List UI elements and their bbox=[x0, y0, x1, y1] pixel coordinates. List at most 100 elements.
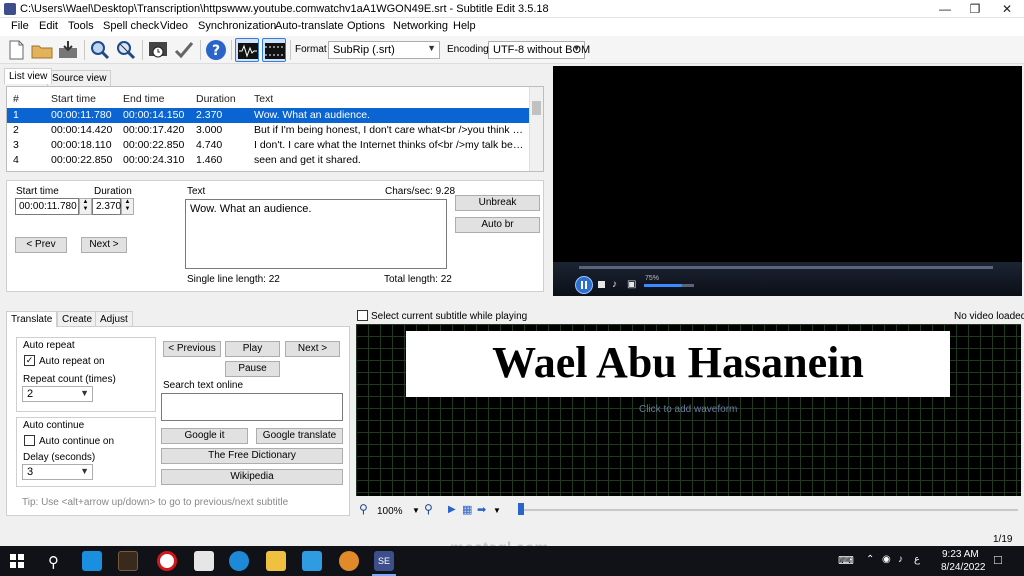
menu-video[interactable]: Video bbox=[160, 20, 188, 32]
table-row[interactable]: 3 00:00:18.110 00:00:22.850 4.740 I don'… bbox=[7, 138, 529, 153]
stop-icon[interactable] bbox=[598, 281, 605, 288]
maximize-button[interactable]: ❐ bbox=[960, 0, 990, 18]
menu-synchronization[interactable]: Synchronization bbox=[198, 20, 276, 32]
menu-networking[interactable]: Networking bbox=[393, 20, 448, 32]
app-icon[interactable] bbox=[302, 551, 322, 571]
pause-button[interactable]: Pause bbox=[225, 361, 280, 377]
clock-time[interactable]: 9:23 AM bbox=[942, 549, 979, 560]
position-slider[interactable] bbox=[518, 509, 1018, 511]
minimize-button[interactable]: — bbox=[930, 0, 960, 18]
tab-source-view[interactable]: Source view bbox=[47, 70, 112, 86]
column-text[interactable]: Text bbox=[254, 93, 273, 105]
menu-spell-check[interactable]: Spell check bbox=[103, 20, 159, 32]
duration-input[interactable]: 2.370 ▲ ▼ bbox=[92, 198, 134, 215]
google-translate-button[interactable]: Google translate bbox=[256, 428, 343, 444]
scrollbar-thumb[interactable] bbox=[532, 101, 541, 115]
repeat-count-select[interactable]: 2 ▼ bbox=[22, 386, 93, 402]
auto-repeat-checkbox[interactable]: ✓ bbox=[24, 355, 35, 366]
opera-browser-icon[interactable] bbox=[157, 551, 177, 571]
chevron-down-icon[interactable]: ▼ bbox=[493, 506, 501, 515]
menu-edit[interactable]: Edit bbox=[39, 20, 58, 32]
wikipedia-button[interactable]: Wikipedia bbox=[161, 469, 343, 485]
spell-check-icon[interactable] bbox=[172, 38, 196, 62]
list-scrollbar[interactable] bbox=[529, 87, 543, 171]
close-button[interactable]: ✕ bbox=[992, 0, 1022, 18]
settings-app-icon[interactable] bbox=[82, 551, 102, 571]
play-icon[interactable]: ▶ bbox=[448, 504, 456, 515]
auto-continue-checkbox[interactable] bbox=[24, 435, 35, 446]
play-button[interactable]: Play bbox=[225, 341, 280, 357]
visual-sync-icon[interactable] bbox=[146, 38, 170, 62]
column-number[interactable]: # bbox=[13, 93, 19, 105]
unbreak-button[interactable]: Unbreak bbox=[455, 195, 540, 211]
position-slider-thumb[interactable] bbox=[518, 503, 524, 515]
column-duration[interactable]: Duration bbox=[196, 93, 236, 105]
encoding-select[interactable]: UTF-8 without BOM ▼ bbox=[488, 41, 590, 59]
column-end-time[interactable]: End time bbox=[123, 93, 164, 105]
windows-start-icon[interactable] bbox=[10, 554, 24, 568]
seek-bar[interactable] bbox=[579, 266, 993, 269]
help-icon[interactable]: ? bbox=[204, 38, 228, 62]
spin-arrows-icon[interactable]: ▲ ▼ bbox=[121, 198, 134, 215]
prev-button[interactable]: < Prev bbox=[15, 237, 67, 253]
tab-adjust[interactable]: Adjust bbox=[95, 311, 133, 327]
arrow-right-icon[interactable]: ➡ bbox=[477, 503, 486, 516]
subtitle-edit-taskbar-icon[interactable]: SE bbox=[374, 551, 394, 571]
find-icon[interactable] bbox=[88, 38, 112, 62]
spin-arrows-icon[interactable]: ▲ ▼ bbox=[79, 198, 92, 215]
table-row[interactable]: 2 00:00:14.420 00:00:17.420 3.000 But if… bbox=[7, 123, 529, 138]
search-icon[interactable]: ⚲ bbox=[48, 553, 59, 571]
subtitle-text-input[interactable]: Wow. What an audience. bbox=[185, 199, 447, 269]
auto-br-button[interactable]: Auto br bbox=[455, 217, 540, 233]
delay-select[interactable]: 3 ▼ bbox=[22, 464, 93, 480]
app-icon[interactable] bbox=[118, 551, 138, 571]
app-icon[interactable] bbox=[339, 551, 359, 571]
tab-list-view[interactable]: List view bbox=[4, 68, 53, 84]
chevron-down-icon[interactable]: ▼ bbox=[412, 506, 420, 515]
notepad-icon[interactable] bbox=[194, 551, 214, 571]
column-start-time[interactable]: Start time bbox=[51, 93, 96, 105]
click-to-add-waveform[interactable]: Click to add waveform bbox=[639, 404, 737, 415]
fullscreen-icon[interactable]: ▣ bbox=[627, 279, 636, 290]
next-button[interactable]: Next > bbox=[81, 237, 127, 253]
free-dictionary-button[interactable]: The Free Dictionary bbox=[161, 448, 343, 464]
network-icon[interactable]: ◉ bbox=[882, 554, 891, 565]
language-icon[interactable]: ع bbox=[914, 554, 920, 565]
tab-translate[interactable]: Translate bbox=[6, 311, 58, 327]
menu-options[interactable]: Options bbox=[347, 20, 385, 32]
table-row[interactable]: 1 00:00:11.780 00:00:14.150 2.370 Wow. W… bbox=[7, 108, 529, 123]
chevron-up-icon[interactable]: ⌃ bbox=[866, 554, 874, 565]
save-icon[interactable] bbox=[56, 38, 80, 62]
next-translate-button[interactable]: Next > bbox=[285, 341, 340, 357]
zoom-in-icon[interactable]: ⚲ bbox=[424, 502, 433, 516]
menu-tools[interactable]: Tools bbox=[68, 20, 94, 32]
search-text-input[interactable] bbox=[161, 393, 343, 421]
notifications-icon[interactable]: □ bbox=[994, 552, 1002, 567]
zoom-level[interactable]: 100% bbox=[377, 506, 403, 517]
format-select[interactable]: SubRip (.srt) ▼ bbox=[328, 41, 440, 59]
new-file-icon[interactable] bbox=[4, 38, 28, 62]
waveform-panel[interactable]: Wael Abu Hasanein Click to add waveform bbox=[356, 324, 1021, 496]
subtitle-list[interactable]: # Start time End time Duration Text 1 00… bbox=[6, 86, 544, 172]
open-folder-icon[interactable] bbox=[30, 38, 54, 62]
select-current-checkbox[interactable] bbox=[357, 310, 368, 321]
zoom-out-icon[interactable]: ⚲ bbox=[359, 502, 368, 516]
replace-icon[interactable] bbox=[114, 38, 138, 62]
clock-date[interactable]: 8/24/2022 bbox=[941, 562, 986, 573]
pause-icon[interactable] bbox=[575, 276, 593, 294]
google-it-button[interactable]: Google it bbox=[161, 428, 248, 444]
edge-browser-icon[interactable] bbox=[229, 551, 249, 571]
volume-slider[interactable] bbox=[644, 284, 694, 287]
menu-help[interactable]: Help bbox=[453, 20, 476, 32]
menu-file[interactable]: File bbox=[11, 20, 29, 32]
file-explorer-icon[interactable] bbox=[266, 551, 286, 571]
grid-icon[interactable]: ▦ bbox=[462, 503, 472, 516]
tab-create[interactable]: Create bbox=[57, 311, 98, 327]
start-time-input[interactable]: 00:00:11.780 ▲ ▼ bbox=[15, 198, 92, 215]
volume-icon[interactable]: ♪ bbox=[898, 554, 903, 565]
table-row[interactable]: 4 00:00:22.850 00:00:24.310 1.460 seen a… bbox=[7, 153, 529, 168]
waveform-toggle-icon[interactable] bbox=[235, 38, 259, 62]
previous-button[interactable]: < Previous bbox=[163, 341, 221, 357]
menu-auto-translate[interactable]: Auto-translate bbox=[275, 20, 343, 32]
volume-icon[interactable]: ♪ bbox=[612, 279, 617, 290]
